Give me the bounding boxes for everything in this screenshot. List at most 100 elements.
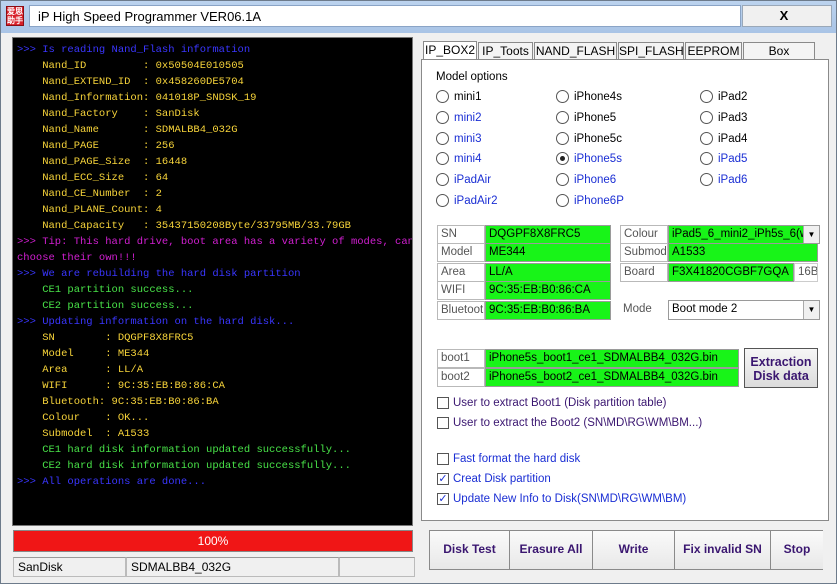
- model-radio-ipadair2[interactable]: iPadAir2: [436, 194, 497, 208]
- console-line: Nand_ECC_Size : 64: [17, 172, 169, 184]
- console-line: Nand_Name : SDMALBB4_032G: [17, 124, 238, 136]
- progress-bar: 100%: [13, 530, 413, 552]
- write-button[interactable]: Write: [593, 531, 675, 569]
- wifi-field[interactable]: 9C:35:EB:B0:86:CA: [485, 281, 611, 300]
- model-radio-iphone5s[interactable]: iPhone5s: [556, 152, 622, 166]
- radio-dot-icon: [436, 194, 449, 207]
- model-field[interactable]: ME344: [485, 243, 611, 262]
- extract-line1: Extraction: [750, 355, 812, 369]
- status-factory: SanDisk: [13, 557, 126, 577]
- colour-select[interactable]: iPad5_6_mini2_iPh5s_6(wh ▼: [668, 225, 820, 244]
- area-field[interactable]: LL/A: [485, 263, 611, 282]
- model-radio-mini3[interactable]: mini3: [436, 131, 482, 146]
- console-line: Nand_ID : 0x50504E010505: [17, 60, 244, 72]
- model-label: Model: [437, 243, 485, 262]
- sn-field[interactable]: DQGPF8X8FRC5: [485, 225, 611, 244]
- model-radio-iphone6[interactable]: iPhone6: [556, 173, 616, 187]
- console-line: CE1 hard disk information updated succes…: [17, 444, 351, 456]
- console-line: Model : ME344: [17, 348, 150, 360]
- radio-dot-icon: [436, 90, 449, 103]
- radio-dot-icon: [556, 194, 569, 207]
- radio-label: mini2: [454, 111, 482, 124]
- status-empty: [339, 557, 415, 577]
- console-line: CE2 hard disk information updated succes…: [17, 460, 351, 472]
- close-button[interactable]: X: [742, 5, 832, 27]
- model-radio-iphone6p[interactable]: iPhone6P: [556, 194, 624, 208]
- board-label: Board: [620, 263, 668, 282]
- console-line: Nand_PAGE_Size : 16448: [17, 156, 188, 168]
- checkbox-icon: [437, 417, 449, 429]
- ip-box2-panel: Model options mini1 mini2 mini3 mini4 iPadAi…: [421, 59, 829, 521]
- tab-ip-toots[interactable]: IP_Toots: [478, 42, 533, 60]
- radio-label: iPhone4s: [574, 91, 622, 103]
- boot1-field[interactable]: iPhone5s_boot1_ce1_SDMALBB4_032G.bin: [485, 349, 739, 368]
- model-radio-ipad2[interactable]: iPad2: [700, 90, 747, 104]
- radio-dot-icon: [556, 131, 569, 145]
- console-line: >>> Is reading Nand_Flash information: [17, 44, 251, 56]
- radio-dot-icon: [556, 173, 569, 187]
- option-checkbox[interactable]: ✓ Update New Info to Disk(SN\MD\RG\WM\BM): [437, 493, 686, 507]
- chevron-down-icon[interactable]: ▼: [803, 226, 819, 243]
- tab-ip-box2[interactable]: IP_BOX2: [423, 41, 477, 61]
- log-console: >>> Is reading Nand_Flash information Na…: [12, 37, 413, 526]
- radio-label: mini3: [454, 132, 482, 145]
- chevron-down-icon[interactable]: ▼: [803, 301, 819, 319]
- console-line: Colour : OK...: [17, 412, 150, 424]
- erasure-all-button[interactable]: Erasure All: [510, 531, 593, 569]
- option-checkbox[interactable]: User to extract Boot1 (Disk partition ta…: [437, 397, 666, 411]
- tab-spi-flash[interactable]: SPI_FLASH: [618, 42, 684, 60]
- mode-select[interactable]: Boot mode 2 ▼: [668, 300, 820, 320]
- model-radio-ipad6[interactable]: iPad6: [700, 173, 747, 187]
- bluetooth-field[interactable]: 9C:35:EB:B0:86:BA: [485, 301, 611, 320]
- model-radio-mini4[interactable]: mini4: [436, 152, 481, 166]
- radio-label: mini4: [454, 153, 482, 166]
- model-radio-ipad3[interactable]: iPad3: [700, 110, 748, 125]
- radio-dot-icon: [436, 131, 449, 145]
- fix-invalid-sn-button[interactable]: Fix invalid SN: [675, 531, 771, 569]
- model-radio-iphone4s[interactable]: iPhone4s: [556, 90, 622, 104]
- console-line: Area : LL/A: [17, 364, 144, 376]
- console-line: CE1 partition success...: [17, 284, 194, 296]
- window-title: iP High Speed Programmer VER06.1A: [38, 9, 262, 24]
- disk-test-button[interactable]: Disk Test: [430, 531, 510, 569]
- model-radio-mini2[interactable]: mini2: [436, 110, 482, 125]
- mode-label: Mode: [620, 301, 668, 320]
- model-radio-ipad5[interactable]: iPad5: [700, 152, 747, 166]
- radio-label: iPad3: [718, 111, 748, 124]
- console-line: >>> All operations are done...: [17, 476, 207, 488]
- option-checkbox[interactable]: Fast format the hard disk: [437, 453, 580, 467]
- radio-label: iPad5: [718, 153, 748, 166]
- tab-nand-flash[interactable]: NAND_FLASH: [534, 42, 617, 60]
- option-checkbox[interactable]: ✓ Creat Disk partition: [437, 473, 551, 487]
- title-bar: 爱思 助手 iP High Speed Programmer VER06.1A X: [1, 1, 836, 33]
- board-field[interactable]: F3X41820CGBF7GQA: [668, 263, 794, 282]
- model-radio-mini1[interactable]: mini1: [436, 90, 481, 104]
- progress-label: 100%: [197, 534, 229, 548]
- extraction-disk-data-button[interactable]: Extraction Disk data: [744, 348, 818, 388]
- console-line: Nand_CE_Number : 2: [17, 188, 162, 200]
- submodel-field[interactable]: A1533: [668, 243, 818, 262]
- radio-label: iPad4: [718, 132, 748, 145]
- model-options-label: Model options: [436, 71, 508, 83]
- tab-eeprom[interactable]: EEPROM: [685, 42, 742, 60]
- radio-dot-icon: [556, 152, 569, 166]
- model-radio-ipad4[interactable]: iPad4: [700, 131, 748, 146]
- console-line: Submodel : A1533: [17, 428, 150, 440]
- stop-button[interactable]: Stop: [771, 531, 823, 569]
- model-radio-iphone5[interactable]: iPhone5: [556, 110, 616, 125]
- option-checkbox[interactable]: User to extract the Boot2 (SN\MD\RG\WM\B…: [437, 417, 702, 431]
- radio-dot-icon: [556, 90, 569, 103]
- checkbox-label: User to extract the Boot2 (SN\MD\RG\WM\B…: [453, 417, 703, 429]
- console-line: Nand_EXTEND_ID : 0x458260DE5704: [17, 76, 244, 88]
- model-radio-ipadair[interactable]: iPadAir: [436, 173, 491, 187]
- model-radio-iphone5c[interactable]: iPhone5c: [556, 131, 622, 146]
- console-line: WIFI : 9C:35:EB:B0:86:CA: [17, 380, 225, 392]
- radio-label: iPad2: [718, 91, 748, 103]
- tab-box-upgrade[interactable]: Box Upgrade: [743, 42, 815, 75]
- colour-value: iPad5_6_mini2_iPh5s_6(wh: [672, 228, 815, 240]
- extract-line2: Disk data: [753, 369, 809, 383]
- checkmark-icon: ✓: [437, 473, 449, 485]
- boot2-label: boot2: [437, 368, 485, 387]
- mode-value: Boot mode 2: [672, 303, 738, 315]
- boot2-field[interactable]: iPhone5s_boot2_ce1_SDMALBB4_032G.bin: [485, 368, 739, 387]
